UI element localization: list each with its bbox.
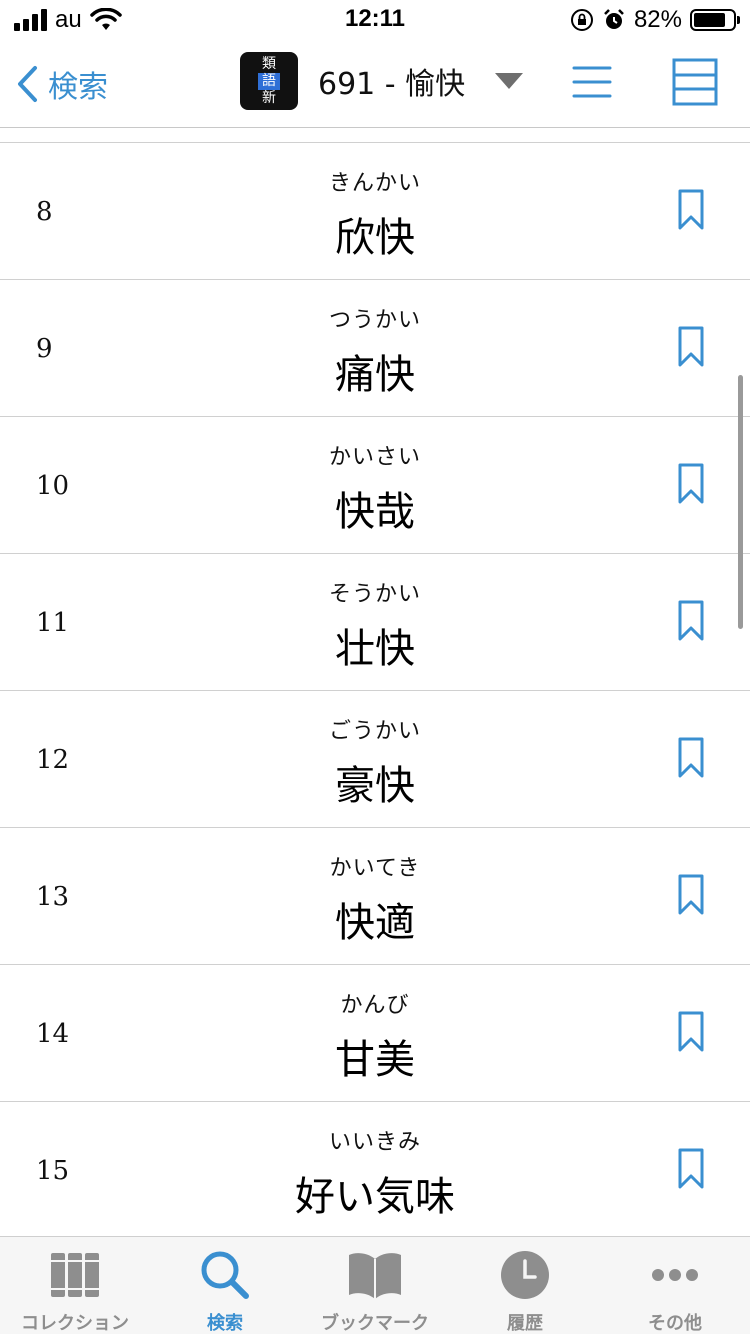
layout-toggle-button[interactable] [672,58,718,106]
tab-label: コレクション [21,1313,129,1334]
logo-char: 新 [262,89,276,106]
tab-label: 履歴 [507,1313,543,1334]
books-icon [51,1253,99,1297]
bookmark-icon[interactable] [678,326,704,368]
bookmark-icon[interactable] [678,737,704,779]
tab-collection[interactable]: コレクション [0,1237,150,1334]
logo-char: 類 [262,55,276,72]
item-reading: きんかい [328,171,421,196]
item-reading: かいてき [329,856,421,881]
tab-history[interactable]: 履歴 [450,1237,600,1334]
bookmark-icon[interactable] [678,463,704,505]
search-icon [201,1251,249,1299]
tab-search[interactable]: 検索 [150,1237,300,1334]
title-dropdown[interactable]: 類 語 新 691 - 愉快 [240,52,524,110]
bookmark-icon[interactable] [678,1011,704,1053]
orientation-lock-icon [570,9,593,31]
item-reading: かいさい [328,445,421,470]
battery-percent: 82% [633,6,682,33]
navigation-bar: 検索 類 語 新 691 - 愉快 [0,40,750,128]
item-word: 欣快 [335,215,415,261]
chevron-left-icon [18,66,37,102]
app-logo: 類 語 新 [240,52,298,110]
battery-icon [690,9,740,31]
item-word: 快適 [335,900,415,946]
item-reading: つうかい [328,308,421,333]
scroll-indicator[interactable] [738,375,743,629]
tab-more[interactable]: その他 [600,1237,750,1334]
bookmark-icon[interactable] [678,189,704,231]
item-word: 痛快 [335,352,415,398]
item-word: 壮快 [335,626,415,672]
list-item[interactable]: 9 つうかい 痛快 [0,280,750,417]
more-icon [652,1269,698,1281]
item-reading: ごうかい [328,719,421,744]
tab-bookmark[interactable]: ブックマーク [300,1237,450,1334]
tab-label: 検索 [207,1313,243,1334]
tab-label: ブックマーク [321,1313,429,1334]
list-item[interactable]: 14 かんび 甘美 [0,965,750,1102]
clock-icon [501,1251,549,1299]
list-item[interactable]: 15 いいきみ 好い気味 [0,1102,750,1239]
item-word: 豪快 [335,763,415,809]
tab-bar: コレクション 検索 ブックマーク 履歴 その他 [0,1236,750,1334]
list-menu-button[interactable] [572,64,612,100]
caret-down-icon [495,73,524,89]
back-label: 検索 [48,70,108,105]
item-word: 甘美 [335,1037,415,1083]
open-book-icon [349,1253,401,1299]
list-item[interactable]: 8 きんかい 欣快 [0,143,750,280]
item-word: 好い気味 [295,1174,455,1220]
back-button[interactable]: 検索 [16,62,108,106]
bookmark-icon[interactable] [678,874,704,916]
item-reading: いいきみ [328,1130,421,1155]
item-word: 快哉 [335,489,415,535]
bookmark-icon[interactable] [678,600,704,642]
list-item[interactable]: 13 かいてき 快適 [0,828,750,965]
list-item[interactable]: 12 ごうかい 豪快 [0,691,750,828]
list-item[interactable]: 10 かいさい 快哉 [0,417,750,554]
status-bar: au 12:11 82% [0,0,750,40]
item-reading: かんび [340,993,410,1018]
alarm-icon [604,9,624,29]
tab-label: その他 [648,1313,702,1334]
page-title: 691 - 愉快 [318,67,466,102]
item-reading: そうかい [328,582,421,607]
bookmark-icon[interactable] [678,1148,704,1190]
list-item[interactable]: 11 そうかい 壮快 [0,554,750,691]
status-right: 82% [570,6,740,34]
logo-char: 語 [258,72,280,90]
word-list: 8 きんかい 欣快 9 つうかい 痛快 10 かいさい 快哉 11 そうかい 壮… [0,142,750,1239]
